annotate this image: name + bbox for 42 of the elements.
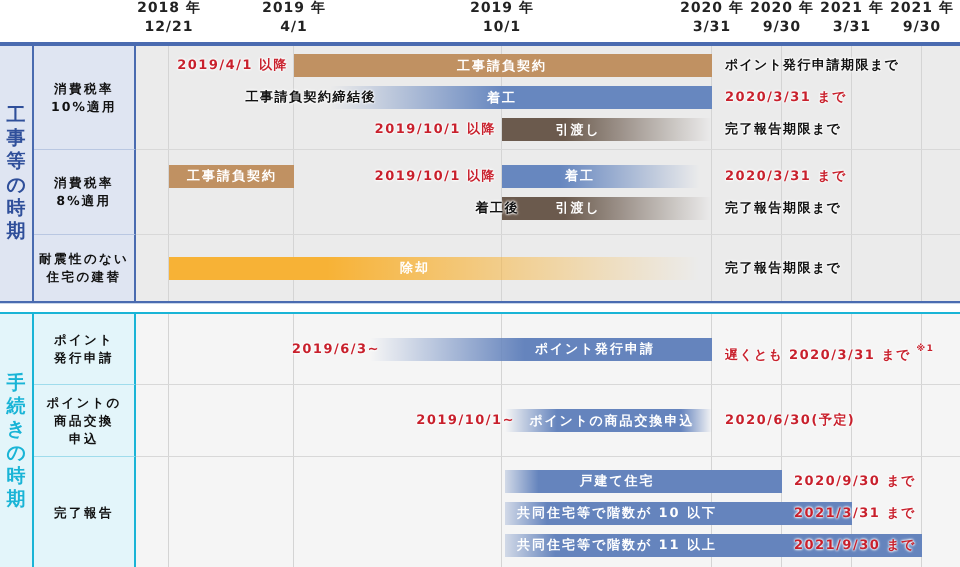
timeline-bar: 戸建て住宅 <box>505 470 782 492</box>
timeline-note: 完了報告期限まで <box>725 260 841 278</box>
section-title: 手続きの時期 <box>6 372 26 512</box>
tick-year: 2018 年 <box>137 0 201 18</box>
timeline-note: 工事請負契約締結後 <box>246 88 376 107</box>
tick-date: 12/21 <box>144 18 194 37</box>
row-label: 消費税率 8%適用 <box>54 174 114 210</box>
tick-date: 4/1 <box>280 18 308 37</box>
tick-year: 2020 年 <box>750 0 814 18</box>
timeline-note: 遅くとも 2020/3/31 まで$^{※1}$ <box>725 342 934 360</box>
row-label: 消費税率 10%適用 <box>51 80 117 116</box>
timeline-note: 2020/3/31 まで <box>725 89 846 107</box>
tick-date: 10/1 <box>482 18 522 37</box>
timeline-bar: 工事請負契約 <box>294 54 712 77</box>
tick-year: 2019 年 <box>470 0 534 18</box>
timeline-note: 2020/9/30 まで <box>794 472 916 490</box>
tick-date: 3/31 <box>692 18 732 37</box>
timeline-bar: 引渡し <box>502 118 712 141</box>
row-label: ポイントの 商品交換 申込 <box>46 394 122 448</box>
timeline-note: 2019/10/1~ <box>416 412 515 430</box>
section-title: 工事等の時期 <box>6 104 26 244</box>
timeline-note: ポイント発行申請期限まで <box>725 57 899 75</box>
tick-year: 2020 年 <box>680 0 744 18</box>
timeline-note: 2019/10/1 以降 <box>374 121 496 139</box>
timeline-note: 2019/6/3~ <box>292 340 380 358</box>
timeline-note: 2020/6/30(予定) <box>725 412 856 430</box>
tick-date: 9/30 <box>762 18 802 37</box>
tick-date: 9/30 <box>902 18 942 37</box>
timeline-note: 2019/4/1 以降 <box>177 57 288 75</box>
tick-year: 2021 年 <box>820 0 884 18</box>
row-label: ポイント 発行申請 <box>54 331 114 367</box>
timeline-note: 完了報告期限まで <box>725 200 841 218</box>
timeline-note: 2021/9/30 まで <box>794 536 916 554</box>
tick-year: 2021 年 <box>890 0 954 18</box>
timeline-note: 2020/3/31 まで <box>725 168 846 186</box>
timeline-note: 完了報告期限まで <box>725 120 841 139</box>
row-label: 完了報告 <box>54 504 114 522</box>
tick-year: 2019 年 <box>262 0 326 18</box>
row-label: 耐震性のない 住宅の建替 <box>39 250 129 286</box>
tick-date: 3/31 <box>832 18 872 37</box>
timeline-note: 2019/10/1 以降 <box>374 168 496 186</box>
timeline-bar: 工事請負契約 <box>169 164 294 188</box>
